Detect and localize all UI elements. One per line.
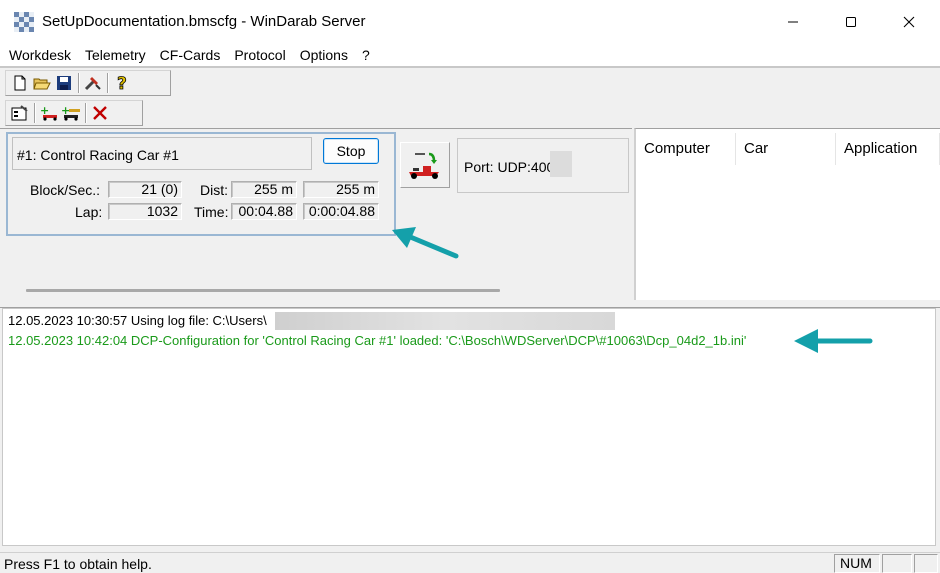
column-computer[interactable]: Computer [636, 133, 736, 165]
tools-button[interactable] [82, 72, 104, 94]
status-help-text: Press F1 to obtain help. [4, 556, 152, 572]
time-value-2: 0:00:04.88 [303, 203, 379, 220]
main-toolbar: ? [5, 70, 171, 96]
car-toolbar: + + [5, 100, 143, 126]
menu-workdesk[interactable]: Workdesk [2, 46, 78, 64]
properties-button[interactable] [9, 102, 31, 124]
menu-cf-cards[interactable]: CF-Cards [153, 46, 228, 64]
annotation-arrow-log [794, 329, 873, 353]
dist-label: Dist: [200, 182, 228, 198]
toolbar-divider [85, 103, 86, 123]
log-line-1: 12.05.2023 10:30:57 Using log file: C:\U… [8, 313, 267, 328]
port-info: Port: UDP:400 [457, 138, 629, 193]
size-grip[interactable] [914, 554, 938, 573]
svg-text:?: ? [117, 74, 127, 92]
close-button[interactable] [880, 0, 938, 44]
num-lock-indicator: NUM [834, 554, 880, 573]
status-pane-empty [882, 554, 912, 573]
maximize-icon [846, 17, 856, 27]
toolbar-row-2: + + [0, 98, 940, 128]
menu-options[interactable]: Options [293, 46, 355, 64]
new-button[interactable] [9, 72, 31, 94]
menu-bar: Workdesk Telemetry CF-Cards Protocol Opt… [0, 44, 940, 66]
add-car-button[interactable]: + [38, 102, 60, 124]
log-line-2: 12.05.2023 10:42:04 DCP-Configuration fo… [8, 333, 747, 348]
annotation-arrow-panel [392, 227, 459, 259]
toolbar-divider [34, 103, 35, 123]
redacted-port [550, 151, 572, 177]
horizontal-scrollbar[interactable] [26, 289, 500, 292]
open-folder-icon [33, 78, 51, 90]
menu-help[interactable]: ? [355, 46, 377, 64]
help-button[interactable]: ? [111, 72, 133, 94]
add-multiple-cars-button[interactable]: + [60, 102, 82, 124]
tools-icon [84, 77, 101, 91]
splitter[interactable] [0, 300, 940, 308]
delete-icon [93, 106, 107, 120]
save-icon [57, 76, 71, 90]
checkerboard-flag-icon[interactable] [14, 12, 34, 32]
minimize-button[interactable] [764, 0, 822, 44]
time-value-1: 00:04.88 [231, 203, 297, 220]
add-multiple-cars-icon: + [61, 105, 80, 121]
stop-button[interactable]: Stop [323, 138, 379, 164]
column-car[interactable]: Car [736, 133, 836, 165]
send-config-button[interactable] [400, 142, 450, 188]
save-button[interactable] [53, 72, 75, 94]
redacted-path [275, 312, 615, 330]
status-bar: Press F1 to obtain help. NUM [0, 552, 940, 573]
client-list[interactable]: Computer Car Application [634, 128, 940, 300]
car-name: #1: Control Racing Car #1 [17, 147, 179, 163]
add-car-icon: + [40, 105, 57, 121]
window-title: SetUpDocumentation.bmscfg - WinDarab Ser… [42, 13, 366, 30]
block-value: 21 (0) [108, 181, 182, 198]
car-name-field: #1: Control Racing Car #1 [12, 137, 312, 170]
block-label: Block/Sec.: [30, 182, 101, 198]
time-label: Time: [194, 204, 229, 220]
maximize-button[interactable] [822, 0, 880, 44]
race-car-transfer-icon [409, 152, 439, 179]
dist-value-2: 255 m [303, 181, 379, 198]
toolbar-divider [78, 73, 79, 93]
dist-value-1: 255 m [231, 181, 297, 198]
lap-label: Lap: [75, 204, 103, 220]
close-icon [903, 16, 915, 28]
open-button[interactable] [31, 72, 53, 94]
minimize-icon [788, 21, 798, 23]
lap-value: 1032 [108, 203, 182, 220]
properties-icon [11, 105, 28, 121]
toolbar-row-1: ? [0, 68, 940, 98]
new-file-icon [14, 75, 26, 91]
column-application[interactable]: Application [836, 133, 940, 165]
port-text: Port: UDP:400 [464, 159, 555, 175]
delete-button[interactable] [89, 102, 111, 124]
car-status-panel[interactable]: #1: Control Racing Car #1 Stop Block/Sec… [6, 132, 396, 236]
help-icon: ? [117, 74, 128, 92]
menu-telemetry[interactable]: Telemetry [78, 46, 153, 64]
title-bar: SetUpDocumentation.bmscfg - WinDarab Ser… [0, 0, 940, 44]
toolbar-divider [107, 73, 108, 93]
menu-protocol[interactable]: Protocol [227, 46, 292, 64]
